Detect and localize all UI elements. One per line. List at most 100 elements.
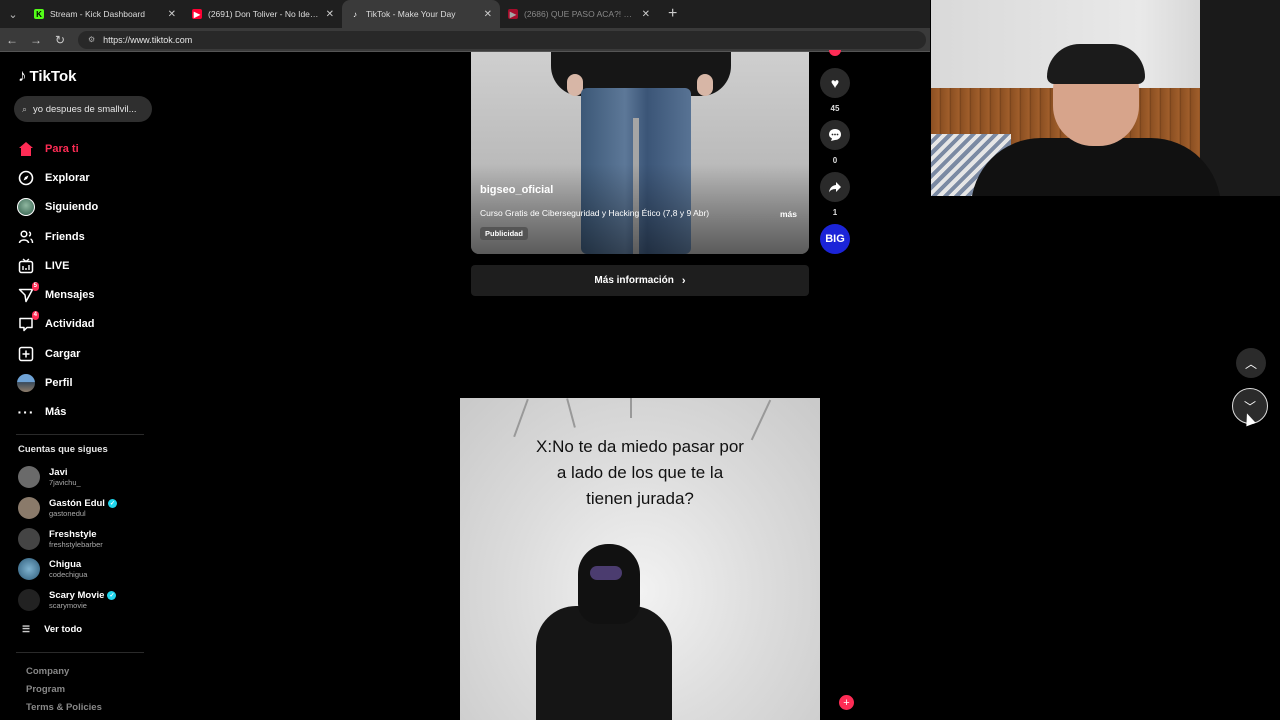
following-avatar-icon — [16, 197, 36, 217]
account-handle: scarymovie — [49, 601, 87, 611]
like-button[interactable]: ♥ — [820, 68, 850, 98]
video-player-ad[interactable]: bigseo_oficial Curso Gratis de Cibersegu… — [471, 52, 809, 254]
avatar — [18, 558, 40, 581]
nav-item-cargar[interactable]: Cargar — [16, 339, 98, 368]
chevron-up-icon: ︿ — [1244, 356, 1257, 371]
video-frame-branch — [513, 398, 529, 438]
nav-item-siguiendo[interactable]: Siguiendo — [16, 193, 98, 222]
youtube-icon: ▶ — [508, 9, 518, 19]
tab-search-icon[interactable]: ⌄ — [0, 0, 26, 28]
chevron-right-icon: › — [681, 274, 686, 287]
account-name: Scary Movie — [49, 590, 105, 602]
tiktok-sidebar: ♪ TikTok ⌕ yo despues de smallvil... Par… — [0, 52, 160, 720]
tab-title: (2686) QUE PASO ACA?! 😳 😂 - Yo — [524, 8, 638, 19]
sidebar-divider — [16, 434, 144, 435]
logo-text: TikTok — [29, 67, 77, 85]
back-arrow-icon[interactable]: ← — [0, 33, 24, 47]
search-value: yo despues de smallvil... — [33, 103, 137, 115]
see-all-button[interactable]: ☰ Ver todo — [22, 624, 82, 635]
nav-item-friends[interactable]: Friends — [16, 222, 98, 251]
compass-icon — [16, 168, 36, 188]
close-icon[interactable]: ✕ — [642, 9, 650, 20]
following-item[interactable]: Chigua codechigua — [18, 554, 117, 585]
account-name: Chigua — [49, 559, 82, 571]
share-count: 1 — [832, 208, 838, 217]
following-list: Javi 7javichu_ Gastón Edul ✓ gastonedul F… — [18, 462, 117, 615]
sidebar-divider — [16, 652, 144, 653]
url-input[interactable]: ⚙ https://www.tiktok.com — [78, 30, 926, 49]
comment-button[interactable] — [820, 120, 850, 150]
browser-tab-kick[interactable]: K Stream - Kick Dashboard ✕ — [26, 0, 184, 28]
nav-item-mas[interactable]: ··· Más — [16, 398, 98, 427]
footer-link-terms[interactable]: Terms & Policies — [26, 702, 102, 720]
nav-item-para-ti[interactable]: Para ti — [16, 134, 98, 163]
avatar — [18, 497, 40, 520]
see-all-label: Ver todo — [44, 624, 83, 635]
tiktok-logo[interactable]: ♪ TikTok — [18, 66, 76, 86]
account-handle: freshstylebarber — [49, 539, 103, 549]
caption-line: X:No te da miedo pasar por — [536, 437, 744, 456]
browser-tab-youtube-1[interactable]: ▶ (2691) Don Toliver - No Idea [Offic ✕ — [184, 0, 342, 28]
video-more-link[interactable]: más — [780, 209, 797, 219]
advertiser-avatar[interactable]: BIG — [820, 224, 850, 254]
nav-item-mensajes[interactable]: 5 Mensajes — [16, 280, 98, 309]
more-icon: ··· — [17, 404, 35, 421]
close-icon[interactable]: ✕ — [168, 9, 176, 20]
browser-tab-tiktok[interactable]: ♪ TikTok - Make Your Day ✕ — [342, 0, 500, 28]
nav-label: Mensajes — [45, 289, 95, 302]
activity-icon: 4 — [16, 311, 39, 334]
video-caption-overlay: X:No te da miedo pasar por a lado de los… — [460, 434, 820, 512]
video-player[interactable]: X:No te da miedo pasar por a lado de los… — [460, 398, 820, 720]
nav-label: Actividad — [45, 318, 95, 331]
close-icon[interactable]: ✕ — [326, 9, 334, 20]
nav-item-explorar[interactable]: Explorar — [16, 163, 98, 192]
ad-badge: Publicidad — [480, 227, 528, 240]
video-frame-hand — [697, 74, 713, 96]
nav-item-perfil[interactable]: Perfil — [16, 368, 98, 397]
site-info-icon[interactable]: ⚙ — [88, 35, 95, 44]
nav-item-actividad[interactable]: 4 Actividad — [16, 310, 98, 339]
following-item[interactable]: Gastón Edul ✓ gastonedul — [18, 493, 117, 524]
comment-count: 0 — [832, 156, 838, 165]
avatar — [18, 589, 40, 612]
messages-badge: 5 — [31, 282, 39, 292]
account-handle: gastonedul — [49, 509, 86, 519]
more-info-button[interactable]: Más información › — [471, 265, 809, 296]
following-item[interactable]: Scary Movie ✓ scarymovie — [18, 585, 117, 616]
follow-plus-icon[interactable]: + — [839, 695, 854, 710]
verified-icon: ✓ — [107, 499, 117, 509]
caption-line: a lado de los que te la — [556, 463, 724, 482]
nav-item-live[interactable]: LIVE — [16, 251, 98, 280]
activity-badge: 4 — [31, 311, 39, 321]
footer-link-program[interactable]: Program — [26, 684, 102, 702]
tiktok-note-icon: ♪ — [18, 66, 27, 85]
avatar — [18, 527, 40, 550]
advertiser-logo-text: BIG — [825, 233, 845, 245]
messages-icon: 5 — [16, 282, 39, 305]
browser-tab-youtube-2[interactable]: ▶ (2686) QUE PASO ACA?! 😳 😂 - Yo ✕ — [500, 0, 658, 28]
following-item[interactable]: Freshstyle freshstylebarber — [18, 523, 117, 554]
webcam-overlay — [931, 0, 1280, 196]
youtube-icon: ▶ — [192, 9, 202, 19]
reload-icon[interactable]: ↻ — [48, 33, 72, 47]
scroll-up-button[interactable]: ︿ — [1236, 348, 1266, 378]
account-handle: codechigua — [49, 570, 88, 580]
close-icon[interactable]: ✕ — [484, 9, 492, 20]
search-input[interactable]: ⌕ yo despues de smallvil... — [14, 96, 152, 122]
footer-link-company[interactable]: Company — [26, 666, 102, 684]
upload-icon — [16, 344, 36, 364]
video-frame-branch — [630, 398, 632, 418]
tab-title: TikTok - Make Your Day — [366, 9, 456, 19]
video-frame-hood — [578, 544, 640, 624]
account-handle: 7javichu_ — [49, 478, 81, 488]
nav-label: Más — [45, 406, 67, 419]
new-tab-button[interactable]: + — [668, 5, 677, 23]
account-name: Javi — [49, 467, 68, 479]
video-frame-branch — [566, 398, 576, 428]
video-actions: ♥ 45 0 1 BIG — [820, 52, 850, 254]
forward-arrow-icon[interactable]: → — [24, 33, 48, 47]
video-author[interactable]: bigseo_oficial — [480, 184, 553, 196]
following-item[interactable]: Javi 7javichu_ — [18, 462, 117, 493]
share-button[interactable] — [820, 172, 850, 202]
nav-label: Siguiendo — [45, 201, 99, 214]
